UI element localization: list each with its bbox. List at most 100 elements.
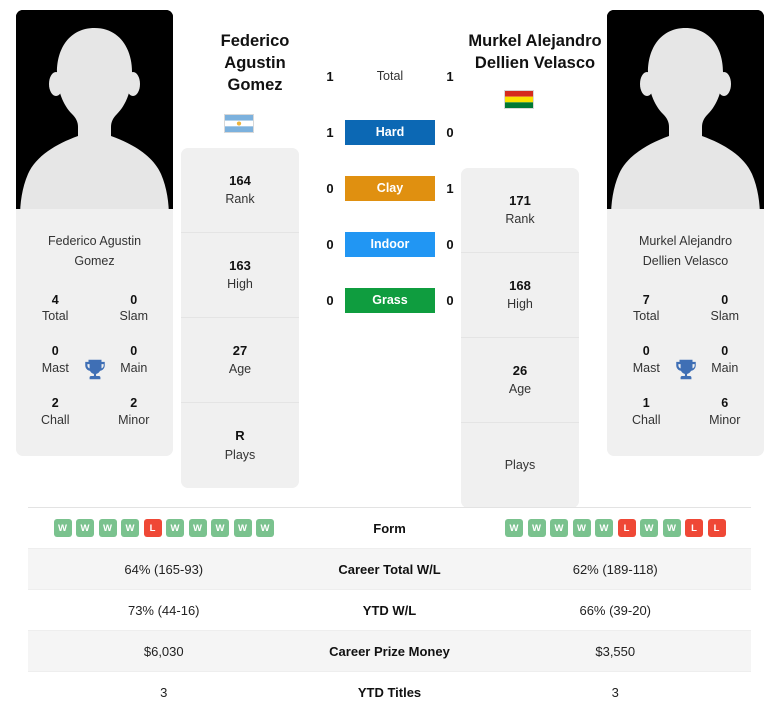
stat-value-left: 3 (160, 685, 168, 700)
surface-label-indoor[interactable]: Indoor (345, 231, 435, 257)
title-value: 0 (130, 344, 138, 359)
stat-label-ytd-titles: YTD Titles (357, 685, 422, 700)
title-value: 7 (642, 292, 650, 307)
form-badge-win[interactable]: W (53, 519, 72, 537)
title-cell-mast-right: 0 Mast (607, 334, 686, 386)
titles-grid-left: 4 Total 0 Slam 0 Mast 0 Main 2 Chall 2 M… (16, 283, 173, 456)
form-badge-loss[interactable]: L (707, 519, 726, 537)
stat-value-right: 66% (39-20) (579, 602, 652, 618)
title-cell-total-left: 4 Total (16, 283, 95, 335)
stat-value-right: 3 (611, 685, 619, 700)
title-value: 0 (642, 344, 650, 359)
form-badge-win[interactable]: W (505, 519, 523, 537)
player-fullname-right: Murkel Alejandro Dellien Velasco (607, 218, 764, 283)
title-cell-mast-left: 0 Mast (16, 334, 95, 386)
form-badge-win[interactable]: W (98, 519, 117, 537)
stat-label-career-total-wl: Career Total W/L (338, 561, 441, 577)
title-label: Total (633, 309, 660, 324)
player-fullname-right-line1: Murkel Alejandro (638, 234, 733, 248)
surface-label-total: Total (376, 69, 404, 83)
title-label: Main (120, 361, 148, 376)
surface-h2h-column: 1 Total 1 1 Hard 0 0 Clay 1 0 Indoor 0 0… (300, 62, 480, 314)
headline-name-left-line1: Federico (220, 32, 290, 50)
title-label: Mast (632, 361, 660, 376)
title-value: 0 (721, 292, 729, 307)
form-badge-win[interactable]: W (550, 519, 568, 537)
headline-name-right[interactable]: Murkel Alejandro Dellien Velasco (460, 31, 610, 75)
player-avatar-right (607, 10, 764, 218)
info-label: High (507, 297, 533, 312)
stat-value-right: 62% (189-118) (572, 561, 658, 577)
title-cell-chall-right: 1 Chall (607, 386, 686, 438)
info-row-plays-right: Plays (461, 423, 579, 508)
headline-name-right-line1: Murkel Alejandro (468, 32, 602, 50)
title-label: Total (42, 309, 69, 324)
info-label: Plays (224, 447, 256, 462)
player-fullname-left-line1: Federico Agustin (47, 234, 142, 248)
info-label: High (227, 277, 253, 292)
surface-row-total: 1 Total 1 (300, 62, 480, 90)
title-value: 2 (130, 396, 138, 410)
stat-label-career-prize-money: Career Prize Money (329, 643, 450, 659)
surface-row-indoor: 0 Indoor 0 (300, 230, 480, 258)
form-badge-win[interactable]: W (211, 519, 229, 537)
surface-score-right: 0 (446, 292, 454, 308)
info-label: Plays (504, 458, 536, 473)
info-label: Age (508, 382, 532, 397)
form-badge-win[interactable]: W (76, 519, 94, 537)
form-badge-win[interactable]: W (595, 519, 613, 537)
stat-label-form: Form (373, 520, 406, 536)
player-info-stack-left: 164 Rank 163 High 27 Age R Plays (181, 148, 299, 488)
title-label: Main (711, 361, 739, 376)
title-cell-minor-left: 2 Minor (95, 386, 174, 438)
argentina-flag-icon (224, 114, 254, 133)
form-badge-win[interactable]: W (121, 519, 139, 537)
form-badge-loss[interactable]: L (685, 519, 703, 537)
surface-row-hard: 1 Hard 0 (300, 118, 480, 146)
title-label: Mast (41, 361, 69, 376)
player-avatar-left (16, 10, 173, 218)
title-value: 0 (51, 344, 59, 359)
info-value: 26 (512, 362, 528, 378)
form-cell-left: WWWWLWWWWW (28, 519, 300, 537)
form-badge-win[interactable]: W (640, 519, 658, 537)
surface-label-clay[interactable]: Clay (345, 175, 435, 201)
player-card-right[interactable]: Murkel Alejandro Dellien Velasco 7 Total… (607, 10, 764, 456)
head-to-head-comparison: Federico Agustin Gomez 4 Total 0 Slam 0 … (0, 0, 779, 508)
form-badge-win[interactable]: W (188, 519, 207, 537)
surface-row-grass: 0 Grass 0 (300, 286, 480, 314)
player-card-left[interactable]: Federico Agustin Gomez 4 Total 0 Slam 0 … (16, 10, 173, 456)
comparison-stats-table: WWWWLWWWWW Form WWWWWLWWLL 64% (165-93) … (28, 507, 751, 713)
title-cell-main-right: 0 Main (686, 334, 765, 386)
info-value: 171 (509, 192, 531, 208)
bolivia-flag-icon (504, 90, 534, 109)
info-row-plays-left: R Plays (181, 403, 299, 488)
surface-score-right: 0 (446, 124, 454, 140)
info-value: R (235, 428, 245, 444)
title-cell-slam-right: 0 Slam (686, 283, 765, 335)
surface-score-left: 1 (326, 68, 334, 84)
form-badge-win[interactable]: W (166, 519, 184, 537)
title-value: 0 (130, 292, 138, 307)
form-badge-win[interactable]: W (572, 519, 591, 537)
title-cell-main-left: 0 Main (95, 334, 174, 386)
form-badge-win[interactable]: W (662, 519, 681, 537)
title-label: Slam (119, 309, 148, 324)
surface-score-left: 0 (326, 180, 334, 196)
surface-score-right: 1 (446, 180, 454, 196)
surface-label-grass[interactable]: Grass (345, 287, 435, 313)
title-cell-total-right: 7 Total (607, 283, 686, 335)
info-value: 168 (509, 277, 531, 293)
title-cell-chall-left: 2 Chall (16, 386, 95, 438)
player-fullname-left-line2: Gomez (74, 254, 115, 269)
form-badge-win[interactable]: W (527, 519, 546, 537)
form-badge-win[interactable]: W (233, 519, 252, 537)
title-value: 0 (721, 344, 729, 359)
title-label: Chall (632, 412, 661, 427)
form-badge-win[interactable]: W (256, 519, 274, 537)
form-badge-loss[interactable]: L (617, 519, 636, 537)
surface-label-hard[interactable]: Hard (345, 119, 435, 145)
form-badge-loss[interactable]: L (143, 519, 162, 537)
info-label: Rank (225, 192, 255, 207)
surface-score-left: 1 (326, 124, 334, 140)
